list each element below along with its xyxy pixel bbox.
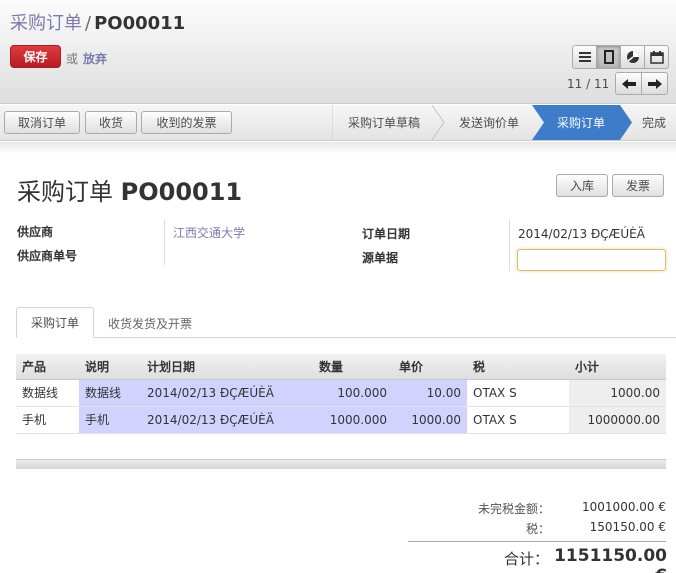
arrow-left-icon bbox=[621, 78, 636, 89]
table-header-row: 产品 说明 计划日期 数量 单价 税 小计 bbox=[16, 354, 666, 380]
field-divider bbox=[164, 219, 165, 265]
pager bbox=[615, 72, 668, 95]
view-switcher bbox=[572, 45, 669, 69]
cell-description[interactable]: 数据线 bbox=[79, 379, 141, 407]
breadcrumb-separator: / bbox=[85, 13, 92, 34]
column-header-scheduled-date[interactable]: 计划日期 bbox=[141, 354, 313, 380]
cell-unit-price[interactable]: 1000.00 bbox=[393, 406, 467, 434]
breadcrumb-current: PO00011 bbox=[94, 13, 186, 34]
status-bar: 取消订单 收货 收到的发票 采购订单草稿 发送询价单 采购订单 完成 bbox=[0, 105, 676, 141]
cell-quantity[interactable]: 100.000 bbox=[313, 379, 393, 407]
record-title-number: PO00011 bbox=[120, 178, 243, 206]
tab-purchase-order[interactable]: 采购订单 bbox=[16, 307, 94, 338]
column-header-subtotal[interactable]: 小计 bbox=[569, 354, 666, 380]
order-lines-table: 产品 说明 计划日期 数量 单价 税 小计 数据线 数据线 2014/02/13… bbox=[16, 354, 666, 434]
cell-product[interactable]: 手机 bbox=[16, 406, 79, 434]
supplier-field[interactable]: 江西交通大学 bbox=[173, 224, 245, 241]
record-title: 采购订单 PO00011 bbox=[17, 172, 242, 207]
field-divider bbox=[509, 219, 510, 271]
or-text: 或 bbox=[66, 52, 79, 66]
save-button[interactable]: 保存 bbox=[10, 45, 61, 68]
received-invoice-button[interactable]: 收到的发票 bbox=[141, 111, 232, 134]
cell-unit-price[interactable]: 10.00 bbox=[393, 379, 467, 407]
untaxed-amount-label: 未完税金额： bbox=[477, 502, 550, 516]
column-header-quantity[interactable]: 数量 bbox=[313, 354, 393, 380]
breadcrumb: 采购订单 / PO00011 bbox=[10, 9, 185, 35]
table-row[interactable]: 手机 手机 2014/02/13 ĐÇÆÚÈÄ 1000.000 1000.00… bbox=[16, 406, 666, 434]
total-amount-label: 合计： bbox=[504, 550, 550, 568]
sheet-top-shadow bbox=[0, 142, 676, 154]
cell-taxes[interactable]: OTAX S bbox=[467, 406, 569, 434]
source-document-input[interactable] bbox=[517, 249, 666, 271]
cell-scheduled-date[interactable]: 2014/02/13 ĐÇÆÚÈÄ bbox=[141, 379, 313, 407]
incoming-shipments-button[interactable]: 入库 bbox=[556, 174, 608, 197]
table-row[interactable]: 数据线 数据线 2014/02/13 ĐÇÆÚÈÄ 100.000 10.00 … bbox=[16, 379, 666, 407]
calendar-view-button[interactable] bbox=[644, 45, 669, 69]
cell-scheduled-date[interactable]: 2014/02/13 ĐÇÆÚÈÄ bbox=[141, 406, 313, 434]
form-icon bbox=[603, 50, 614, 64]
cell-product[interactable]: 数据线 bbox=[16, 379, 79, 407]
column-header-product[interactable]: 产品 bbox=[16, 354, 79, 380]
arrow-right-icon bbox=[647, 78, 662, 89]
stage-purchase-order[interactable]: 采购订单 bbox=[557, 105, 605, 140]
tab-bar-line bbox=[16, 337, 676, 338]
stage-draft[interactable]: 采购订单草稿 bbox=[348, 105, 420, 140]
column-header-description[interactable]: 说明 bbox=[79, 354, 141, 380]
table-footer-scrollbar[interactable] bbox=[16, 459, 666, 469]
record-title-prefix: 采购订单 bbox=[17, 178, 113, 206]
cell-taxes[interactable]: OTAX S bbox=[467, 379, 569, 407]
cell-subtotal: 1000000.00 bbox=[569, 406, 666, 434]
total-amount-value: 1151150.00 € bbox=[554, 546, 667, 573]
cell-subtotal: 1000.00 bbox=[569, 379, 666, 407]
graph-view-button[interactable] bbox=[620, 45, 645, 69]
invoices-button[interactable]: 发票 bbox=[612, 174, 664, 197]
cell-quantity[interactable]: 1000.000 bbox=[313, 406, 393, 434]
list-icon bbox=[578, 52, 591, 62]
pager-previous-button[interactable] bbox=[615, 72, 642, 95]
totals-divider bbox=[408, 541, 666, 542]
receive-products-button[interactable]: 收货 bbox=[85, 111, 137, 134]
control-panel: 采购订单 / PO00011 保存 或 放弃 11 / 11 bbox=[0, 0, 676, 104]
supplier-label: 供应商 bbox=[17, 225, 54, 239]
tax-amount-label: 税： bbox=[525, 522, 550, 536]
breadcrumb-parent-link[interactable]: 采购订单 bbox=[10, 13, 82, 34]
supplier-reference-label: 供应商单号 bbox=[17, 249, 78, 263]
discard-link[interactable]: 放弃 bbox=[83, 50, 107, 67]
form-view-button[interactable] bbox=[596, 45, 621, 69]
column-header-unit-price[interactable]: 单价 bbox=[393, 354, 467, 380]
cancel-order-button[interactable]: 取消订单 bbox=[4, 111, 80, 134]
pager-next-button[interactable] bbox=[641, 72, 668, 95]
stage-rfq-sent[interactable]: 发送询价单 bbox=[459, 105, 519, 140]
list-view-button[interactable] bbox=[572, 45, 597, 69]
column-header-taxes[interactable]: 税 bbox=[467, 354, 569, 380]
order-date-label: 订单日期 bbox=[362, 227, 411, 241]
tab-incoming-shipments-invoices[interactable]: 收货发货及开票 bbox=[108, 315, 192, 332]
order-date-field[interactable]: 2014/02/13 ĐÇÆÚÈÄ bbox=[518, 227, 645, 241]
graph-icon bbox=[626, 51, 639, 63]
pager-counter: 11 / 11 bbox=[567, 77, 610, 91]
cell-description[interactable]: 手机 bbox=[79, 406, 141, 434]
tax-amount-value: 150150.00 € bbox=[589, 520, 666, 534]
source-document-label: 源单据 bbox=[362, 251, 399, 265]
calendar-icon bbox=[649, 50, 664, 64]
stage-done[interactable]: 完成 bbox=[642, 105, 666, 140]
untaxed-amount-value: 1001000.00 € bbox=[582, 500, 666, 514]
